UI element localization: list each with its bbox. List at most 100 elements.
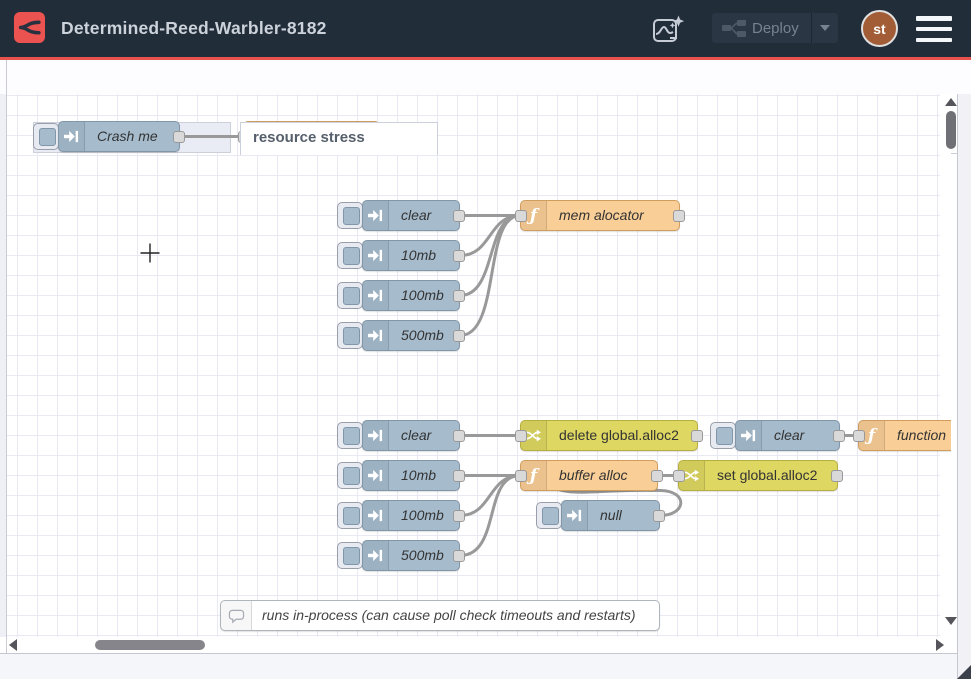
horizontal-scrollbar-thumb[interactable] (95, 640, 205, 650)
inject-arrow-icon (368, 288, 383, 303)
inject-button[interactable] (337, 422, 363, 449)
output-port[interactable] (453, 510, 465, 522)
input-port[interactable] (515, 210, 527, 222)
output-port[interactable] (831, 470, 843, 482)
node-icon-region (363, 421, 389, 450)
inject-node[interactable]: clear (735, 420, 840, 451)
comment-bubble-icon (228, 608, 245, 624)
node-label: function (897, 421, 946, 450)
node-icon-region (363, 501, 389, 530)
main-menu-icon[interactable] (916, 16, 952, 42)
input-port[interactable] (515, 470, 527, 482)
inject-node[interactable]: 100mb (362, 500, 460, 531)
flow-canvas[interactable]: Crash meƒasync errorclear10mb100mb500mbƒ… (0, 94, 951, 637)
deploy-icon (712, 20, 752, 37)
deploy-options-button[interactable] (811, 13, 838, 43)
comment-node[interactable]: runs in-process (can cause poll check ti… (220, 600, 660, 631)
user-avatar[interactable]: st (861, 10, 898, 47)
inject-arrow-icon (368, 208, 383, 223)
page-title: Determined-Reed-Warbler-8182 (61, 0, 327, 57)
ai-assistant-icon[interactable] (649, 11, 687, 47)
inject-button[interactable] (337, 322, 363, 349)
function-node[interactable]: ƒ mem alocator (520, 200, 680, 231)
node-label: null (600, 501, 622, 530)
inject-arrow-icon (368, 548, 383, 563)
input-port[interactable] (515, 430, 527, 442)
output-port[interactable] (673, 210, 685, 222)
inject-button[interactable] (337, 502, 363, 529)
node-label: clear (401, 421, 431, 450)
node-icon-region (363, 241, 389, 270)
node-label: clear (774, 421, 804, 450)
inject-button[interactable] (710, 422, 736, 449)
inject-node[interactable]: Crash me (58, 121, 180, 152)
inject-node[interactable]: 500mb (362, 540, 460, 571)
chevron-down-icon (820, 25, 830, 31)
output-port[interactable] (453, 470, 465, 482)
deploy-button[interactable]: Deploy (712, 13, 838, 43)
inject-node[interactable]: clear (362, 420, 460, 451)
inject-arrow-icon (368, 248, 383, 263)
output-port[interactable] (833, 430, 845, 442)
inject-arrow-icon (368, 428, 383, 443)
inject-button-pad (343, 287, 360, 305)
output-port[interactable] (453, 330, 465, 342)
inject-button[interactable] (337, 462, 363, 489)
inject-arrow-icon (368, 328, 383, 343)
input-port[interactable] (673, 470, 685, 482)
node-label: mem alocator (559, 201, 644, 230)
change-node[interactable]: set global.alloc2 (678, 460, 838, 491)
output-port[interactable] (453, 430, 465, 442)
output-port[interactable] (453, 550, 465, 562)
inject-button-pad (343, 467, 360, 485)
node-label: 100mb (401, 281, 444, 310)
function-node[interactable]: ƒfunction (858, 420, 951, 451)
inject-button-pad (39, 128, 56, 146)
inject-button-pad (343, 507, 360, 525)
inject-node[interactable]: 10mb (362, 240, 460, 271)
inject-button[interactable] (536, 502, 562, 529)
change-node[interactable]: delete global.alloc2 (520, 420, 698, 451)
flow-tab-bar: Flow 1 resource stress + (0, 60, 971, 94)
header-bar: Determined-Reed-Warbler-8182 Deploy st (0, 0, 971, 57)
input-port[interactable] (853, 430, 865, 442)
resize-grip-icon[interactable] (957, 665, 971, 679)
inject-arrow-icon (741, 428, 756, 443)
output-port[interactable] (691, 430, 703, 442)
node-label: delete global.alloc2 (559, 421, 679, 450)
inject-node[interactable]: 10mb (362, 460, 460, 491)
node-icon-region (363, 201, 389, 230)
deploy-label: Deploy (752, 20, 811, 37)
output-port[interactable] (651, 470, 663, 482)
shuffle-icon (684, 468, 699, 483)
inject-node[interactable]: clear (362, 200, 460, 231)
output-port[interactable] (453, 210, 465, 222)
inject-button[interactable] (337, 202, 363, 229)
function-icon: ƒ (530, 206, 537, 226)
node-label: runs in-process (can cause poll check ti… (262, 601, 636, 630)
node-label: 500mb (401, 541, 444, 570)
inject-node[interactable]: null (561, 500, 660, 531)
flowfuse-logo-icon[interactable] (14, 12, 45, 43)
output-port[interactable] (173, 131, 185, 143)
inject-node[interactable]: 100mb (362, 280, 460, 311)
node-icon-region (221, 601, 252, 630)
inject-node[interactable]: 500mb (362, 320, 460, 351)
inject-button[interactable] (337, 542, 363, 569)
scroll-left-icon[interactable] (9, 639, 17, 651)
node-icon-region (363, 461, 389, 490)
node-label: 10mb (401, 241, 436, 270)
inject-button[interactable] (337, 242, 363, 269)
output-port[interactable] (653, 510, 665, 522)
inject-button-pad (716, 427, 733, 445)
inject-button[interactable] (337, 282, 363, 309)
output-port[interactable] (453, 250, 465, 262)
function-icon: ƒ (530, 466, 537, 486)
sidebar-splitter[interactable] (957, 94, 971, 679)
node-label: Crash me (97, 122, 158, 151)
output-port[interactable] (453, 290, 465, 302)
function-node[interactable]: ƒbuffer alloc (520, 460, 658, 491)
tab-resource-stress[interactable]: resource stress (240, 122, 438, 155)
inject-button[interactable] (33, 123, 59, 150)
scroll-right-icon[interactable] (936, 639, 944, 651)
